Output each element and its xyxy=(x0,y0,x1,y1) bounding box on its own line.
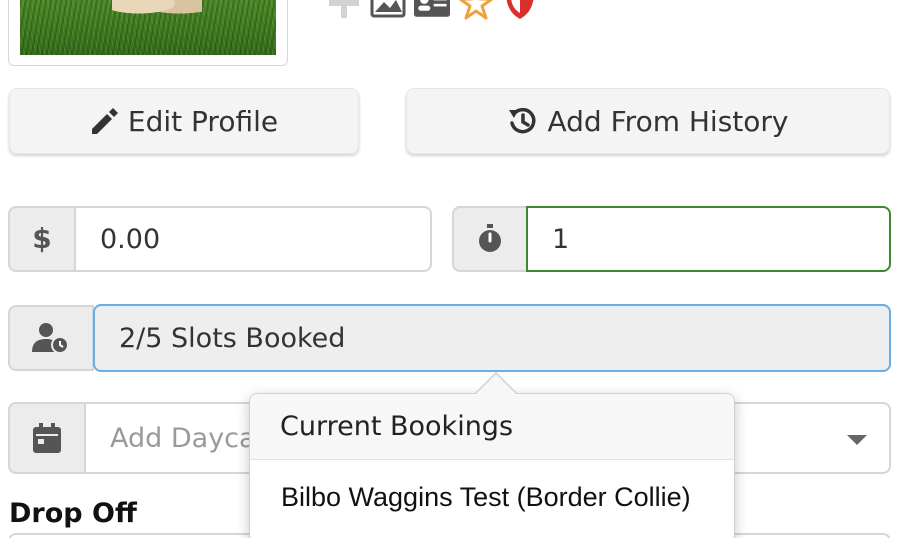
popover-title: Current Bookings xyxy=(250,394,734,460)
add-from-history-label: Add From History xyxy=(547,104,789,138)
stopwatch-icon xyxy=(479,224,501,252)
chevron-down-icon[interactable] xyxy=(847,435,867,445)
slots-addon xyxy=(8,305,94,371)
daycare-addon xyxy=(8,402,86,474)
shield-icon[interactable] xyxy=(502,0,538,20)
pet-photo-frame xyxy=(8,0,288,66)
booking-list-item[interactable]: Bilbo Waggins Test (Border Collie) xyxy=(250,460,734,513)
dollar-icon: $ xyxy=(32,223,51,255)
add-from-history-button[interactable]: Add From History xyxy=(406,88,890,154)
calendar-icon xyxy=(33,423,61,453)
price-input[interactable]: 0.00 xyxy=(74,206,432,272)
image-icon[interactable] xyxy=(370,0,406,20)
edit-profile-button[interactable]: Edit Profile xyxy=(9,88,359,154)
star-icon[interactable] xyxy=(458,0,494,20)
add-icon[interactable] xyxy=(326,0,362,20)
slots-booked-field[interactable]: 2/5 Slots Booked xyxy=(93,304,891,372)
pencil-icon xyxy=(91,108,118,134)
pet-photo xyxy=(20,0,276,55)
price-addon: $ xyxy=(8,206,76,272)
user-clock-icon xyxy=(32,323,69,354)
svg-text:$: $ xyxy=(32,223,51,255)
duration-addon xyxy=(452,206,528,272)
duration-input[interactable]: 1 xyxy=(526,206,891,272)
current-bookings-popover: Current Bookings Bilbo Waggins Test (Bor… xyxy=(249,372,735,538)
id-card-icon[interactable] xyxy=(414,0,450,20)
history-icon xyxy=(508,107,535,134)
drop-off-heading: Drop Off xyxy=(9,498,137,529)
edit-profile-label: Edit Profile xyxy=(127,104,279,138)
profile-action-icons xyxy=(326,0,538,20)
